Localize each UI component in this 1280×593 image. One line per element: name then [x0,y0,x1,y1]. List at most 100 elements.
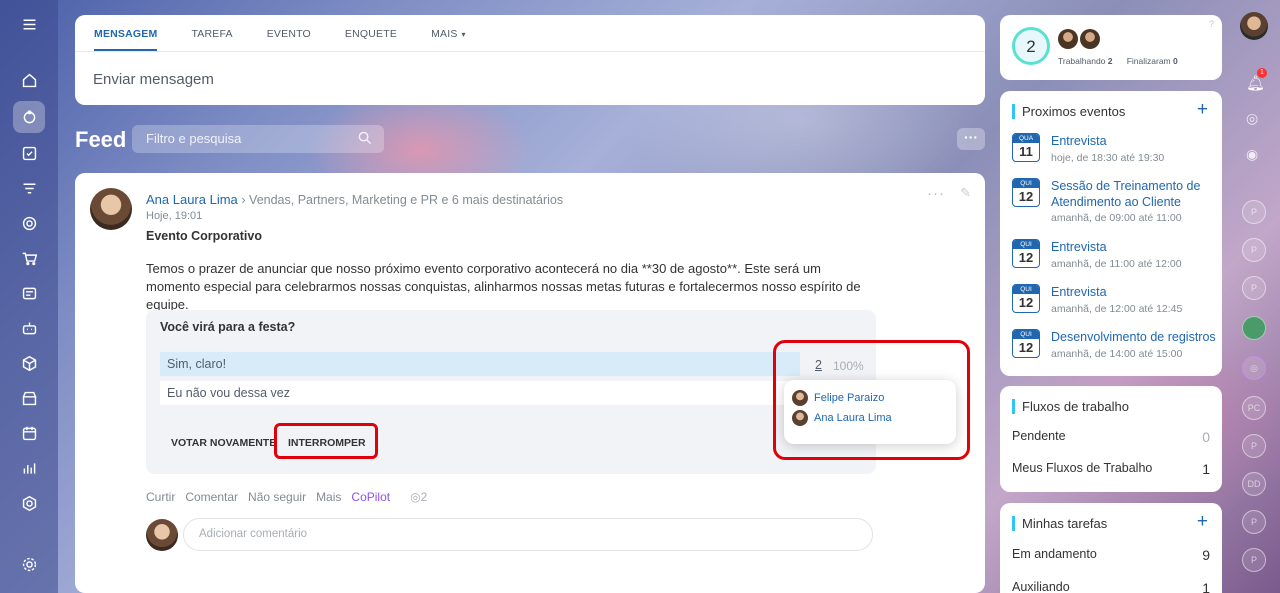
add-task-button[interactable]: + [1197,511,1208,533]
contacts-icon[interactable] [13,277,45,309]
analytics-icon[interactable] [13,452,45,484]
calendar-icon: QUA 11 [1012,133,1040,162]
tab-message[interactable]: MENSAGEM [94,15,174,51]
group-avatar[interactable] [1242,316,1266,340]
home-icon[interactable] [13,64,45,96]
highlight-stop-button [274,423,378,459]
contact-avatar[interactable]: PC [1242,396,1266,420]
views-counter[interactable]: ◎2 [410,490,427,504]
cart-icon[interactable] [13,242,45,274]
event-day: 11 [1019,144,1033,159]
author-name[interactable]: Ana Laura Lima [146,192,238,207]
comment-input[interactable]: Adicionar comentário [183,518,873,551]
event-item[interactable]: QUI 12 Entrevista amanhã, de 11:00 até 12… [1012,239,1212,271]
event-name[interactable]: Desenvolvimento de registros [1051,329,1219,345]
working-count-circle[interactable]: 2 [1012,27,1050,65]
target-icon[interactable] [13,207,45,239]
feed-search-input[interactable]: Filtro e pesquisa [132,125,384,153]
box-icon[interactable] [13,347,45,379]
events-widget: Proximos eventos + QUA 11 Entrevista hoje… [1000,91,1222,376]
event-item[interactable]: QUI 12 Entrevista amanhã, de 12:00 até 12… [1012,284,1212,316]
help-icon[interactable]: ? [1209,19,1214,29]
like-button[interactable]: Curtir [146,490,175,504]
event-name[interactable]: Sessão de Treinamento de Atendimento ao … [1051,178,1219,210]
robot-icon[interactable] [13,312,45,344]
vote-again-button[interactable]: VOTAR NOVAMENTE [171,437,276,449]
feed-more-button[interactable]: ··· [957,128,985,150]
task-row-assisting[interactable]: Auxiliando 1 [1012,580,1210,593]
post-recipients[interactable]: Vendas, Partners, Marketing e PR e 6 mai… [249,193,563,207]
tab-more[interactable]: MAIS ▾ [431,15,483,51]
workflows-title[interactable]: Fluxos de trabalho [1012,399,1129,414]
tasks-widget: Minhas tarefas + Em andamento 9 Auxilian… [1000,503,1222,593]
status-summary: Trabalhando 2 Finalizaram 0 [1058,56,1178,66]
tasks-icon[interactable] [13,137,45,169]
task-row-in-progress[interactable]: Em andamento 9 [1012,547,1210,563]
calendar-icon: QUI 12 [1012,239,1040,268]
feed-search-placeholder: Filtro e pesquisa [146,131,242,146]
settings-icon[interactable] [13,548,45,580]
event-dow: QUI [1013,330,1039,339]
tab-poll[interactable]: ENQUETE [345,15,414,51]
pin-icon[interactable]: ✎ [960,185,971,201]
contact-avatar[interactable]: P [1242,510,1266,534]
tab-event[interactable]: EVENTO [267,15,328,51]
contact-avatar[interactable]: P [1242,548,1266,572]
copilot-icon[interactable]: ◎ [1242,356,1266,380]
tab-more-label: MAIS [431,28,458,40]
event-item[interactable]: QUI 12 Desenvolvimento de registros amanh… [1012,329,1216,361]
tab-task[interactable]: TAREFA [191,15,249,51]
hexagon-icon[interactable] [13,487,45,519]
workflow-row-mine[interactable]: Meus Fluxos de Trabalho 1 [1012,461,1210,477]
event-item[interactable]: QUI 12 Sessão de Treinamento de Atendimen… [1012,178,1212,226]
post-timestamp[interactable]: Hoje, 19:01 [146,210,202,222]
event-dow: QUI [1013,285,1039,294]
row-value: 0 [1202,429,1210,445]
events-title[interactable]: Proximos eventos [1012,104,1125,119]
menu-icon[interactable] [13,8,45,40]
feed-icon[interactable] [13,101,45,133]
event-name[interactable]: Entrevista [1051,239,1219,255]
post-menu-icon[interactable]: ··· [927,185,945,202]
notification-badge: 1 [1257,68,1267,78]
contact-avatar[interactable]: P [1242,276,1266,300]
event-day: 12 [1018,189,1034,204]
event-name[interactable]: Entrevista [1051,133,1219,149]
store-icon[interactable] [13,382,45,414]
post-actions: Curtir Comentar Não seguir Mais CoPilot … [146,490,427,504]
working-count: 2 [1107,56,1113,66]
left-sidebar [0,0,58,593]
message-input[interactable]: Enviar mensagem [75,52,985,107]
event-time: amanhã, de 14:00 até 15:00 [1051,348,1183,360]
more-button[interactable]: Mais [316,490,341,504]
user-avatar[interactable] [1240,12,1268,40]
work-status-widget: 2 Trabalhando 2 Finalizaram 0 ? [1000,15,1222,80]
comment-button[interactable]: Comentar [185,490,238,504]
tasks-title[interactable]: Minhas tarefas [1012,516,1107,531]
add-event-button[interactable]: + [1197,99,1208,121]
poll-option-no[interactable]: Eu não vou dessa vez [160,381,800,405]
calendar-icon: QUI 12 [1012,178,1040,207]
poll-option-yes[interactable]: Sim, claro! [160,352,800,376]
contact-avatar[interactable]: P [1242,434,1266,458]
views-count: 2 [420,490,428,504]
row-label: Pendente [1012,429,1066,443]
row-value: 9 [1202,547,1210,563]
working-label: Trabalhando [1058,56,1106,66]
search-icon[interactable] [358,131,372,148]
event-name[interactable]: Entrevista [1051,284,1219,300]
workflow-row-pending[interactable]: Pendente 0 [1012,429,1210,445]
filter-icon[interactable] [13,172,45,204]
contact-avatar[interactable]: P [1242,200,1266,224]
event-item[interactable]: QUA 11 Entrevista hoje, de 18:30 até 19:3… [1012,133,1212,165]
calendar-icon[interactable] [13,417,45,449]
unfollow-button[interactable]: Não seguir [248,490,306,504]
copilot-button[interactable]: CoPilot [351,490,390,504]
contact-avatar[interactable]: DD [1242,472,1266,496]
chat-icon[interactable]: ◉ [1246,146,1258,163]
event-day: 12 [1018,250,1034,265]
author-avatar[interactable] [90,188,132,230]
contact-avatar[interactable]: P [1242,238,1266,262]
spiral-icon[interactable]: ◎ [1246,110,1258,127]
working-avatars[interactable] [1058,29,1100,49]
